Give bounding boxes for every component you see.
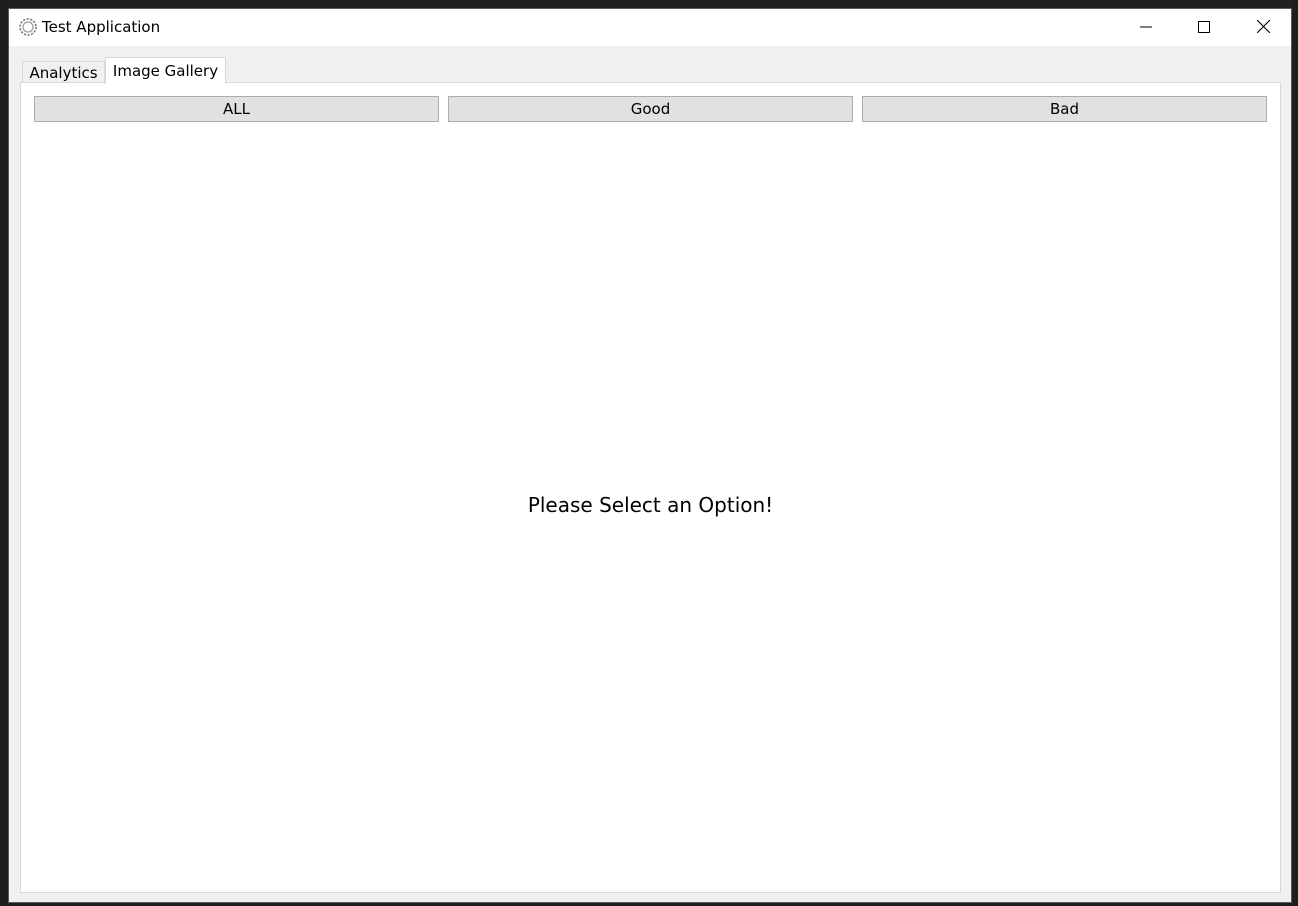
app-window: Test Application Analytics Image Gallery… — [8, 8, 1292, 903]
all-button[interactable]: ALL — [34, 96, 439, 122]
title-bar[interactable]: Test Application — [9, 9, 1291, 46]
tab-analytics[interactable]: Analytics — [22, 61, 105, 83]
tab-label: Image Gallery — [112, 62, 219, 80]
desktop-backdrop — [0, 0, 1298, 8]
window-title: Test Application — [42, 18, 161, 36]
maximize-button[interactable] — [1175, 9, 1233, 45]
tab-label: Analytics — [29, 63, 98, 82]
close-icon — [1256, 18, 1270, 37]
select-option-prompt: Please Select an Option! — [527, 493, 774, 517]
image-gallery-panel: ALL Good Bad Please Select an Option! — [20, 82, 1281, 893]
good-button[interactable]: Good — [448, 96, 853, 122]
gear-icon — [18, 17, 38, 37]
bad-button[interactable]: Bad — [862, 96, 1267, 122]
tab-image-gallery[interactable]: Image Gallery — [105, 57, 226, 84]
desktop-backdrop-left — [0, 0, 8, 906]
minimize-button[interactable] — [1117, 9, 1175, 45]
close-button[interactable] — [1234, 9, 1292, 45]
desktop-backdrop-right — [1292, 0, 1298, 906]
maximize-icon — [1198, 18, 1210, 37]
minimize-icon — [1140, 18, 1152, 37]
